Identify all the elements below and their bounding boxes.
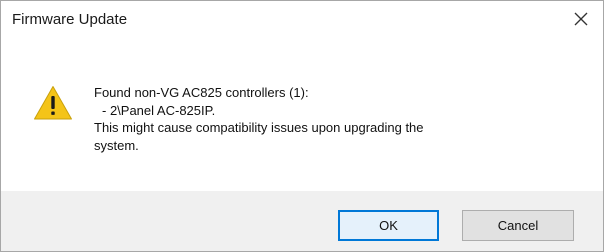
close-icon (574, 12, 588, 26)
message-line-4: system. (94, 137, 139, 153)
message-line-2: - 2\Panel AC-825IP. (102, 102, 216, 118)
button-bar: OK Cancel (1, 191, 603, 251)
message-text: Found non-VG AC825 controllers (1): - 2\… (94, 84, 424, 154)
message-line-3: This might cause compatibility issues up… (94, 120, 424, 135)
warning-icon (34, 86, 72, 120)
ok-button[interactable]: OK (338, 210, 439, 241)
close-button[interactable] (559, 1, 603, 37)
title-bar: Firmware Update (1, 1, 603, 41)
dialog-content: Found non-VG AC825 controllers (1): - 2\… (1, 41, 603, 191)
message-line-1: Found non-VG AC825 controllers (1): (94, 85, 309, 100)
firmware-update-dialog: Firmware Update Found non-VG AC825 contr… (0, 0, 604, 252)
cancel-button[interactable]: Cancel (462, 210, 574, 241)
dialog-title: Firmware Update (12, 11, 128, 28)
